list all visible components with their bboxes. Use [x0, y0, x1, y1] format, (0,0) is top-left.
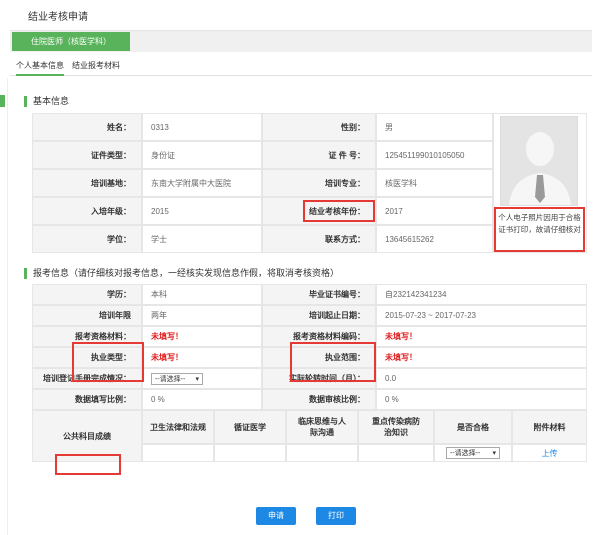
handbook-select-value: --请选择-- [155, 375, 186, 383]
photo-note: 个人电子照片因用于合格证书打印，故请仔细核对 [494, 207, 585, 252]
label-id-type: 证件类型： [32, 141, 142, 169]
value-gender: 男 [376, 113, 493, 141]
value-practice-scope: 未填写！ [376, 347, 587, 368]
label-years: 培训年限 [32, 305, 142, 326]
page-title: 结业考核申请 [28, 12, 88, 23]
label-dates: 培训起止日期： [262, 305, 376, 326]
col-ebm: 循证医学 [214, 410, 286, 444]
label-contact: 联系方式： [262, 225, 376, 253]
col-qualified: 是否合格 [434, 410, 512, 444]
col-attachments: 附件材料 [512, 410, 587, 444]
value-exam-year: 2017 [376, 197, 493, 225]
label-base: 培训基地： [32, 169, 142, 197]
label-gender: 性别： [262, 113, 376, 141]
value-dates: 2015-07-23 ~ 2017-07-23 [376, 305, 587, 326]
score-ebm[interactable] [214, 444, 286, 462]
handbook-cell: --请选择-- ▾ [142, 368, 262, 389]
label-handbook: 培训登记手册完成情况： [32, 368, 142, 389]
label-qual-material: 报考资格材料： [32, 326, 142, 347]
label-qual-code: 报考资格材料编码： [262, 326, 376, 347]
value-practice-type: 未填写！ [142, 347, 262, 368]
sub-tabs: 个人基本信息 结业报考材料 [10, 56, 592, 76]
label-exam-year: 结业考核年份： [262, 197, 376, 225]
avatar-placeholder-icon [501, 117, 577, 205]
value-diploma-no: 自232142341234 [376, 284, 587, 305]
apply-button[interactable]: 申请 [256, 507, 296, 525]
label-practice-scope: 执业范围： [262, 347, 376, 368]
label-education: 学历： [32, 284, 142, 305]
value-years: 两年 [142, 305, 262, 326]
track-tab[interactable]: 住院医师（核医学科） [12, 32, 130, 51]
tab-basic-info[interactable]: 个人基本信息 [16, 60, 64, 76]
value-qual-material: 未填写！ [142, 326, 262, 347]
exam-section-title: 报考信息（请仔细核对报考信息，一经核实发现信息作假，将取消考核资格） [24, 268, 339, 279]
value-base: 东南大学附属中大医院 [142, 169, 262, 197]
value-degree: 学士 [142, 225, 262, 253]
qualified-select-value: --请选择-- [450, 450, 481, 457]
value-fill-ratio: 0 % [142, 389, 262, 410]
score-infectious-disease[interactable] [358, 444, 434, 462]
col-clinical-thinking: 临床思维与人际沟通 [286, 410, 358, 444]
handbook-select[interactable]: --请选择-- ▾ [151, 372, 203, 385]
label-grade: 入培年级： [32, 197, 142, 225]
value-review-ratio: 0 % [376, 389, 587, 410]
print-button[interactable]: 打印 [316, 507, 356, 525]
score-health-law[interactable] [142, 444, 214, 462]
value-id-type: 身份证 [142, 141, 262, 169]
label-id-number: 证 件 号： [262, 141, 376, 169]
basic-section-title: 基本信息 [24, 96, 69, 107]
value-contact: 13645615262 [376, 225, 493, 253]
value-name: 0313 [142, 113, 262, 141]
col-health-law: 卫生法律和法规 [142, 410, 214, 444]
value-grade: 2015 [142, 197, 262, 225]
chevron-down-icon: ▾ [492, 450, 496, 457]
label-name: 姓名： [32, 113, 142, 141]
qualified-cell: --请选择-- ▾ [434, 444, 512, 462]
label-major: 培训专业： [262, 169, 376, 197]
value-major: 核医学科 [376, 169, 493, 197]
upload-link[interactable]: 上传 [512, 444, 587, 462]
label-degree: 学位： [32, 225, 142, 253]
qualified-select[interactable]: --请选择-- ▾ [446, 447, 500, 459]
value-id-number: 125451199010105050 [376, 141, 493, 169]
left-divider [0, 78, 8, 535]
left-marker [0, 95, 5, 107]
avatar [500, 116, 578, 206]
tab-exam-materials[interactable]: 结业报考材料 [72, 60, 120, 71]
label-practice-type: 执业类型： [32, 347, 142, 368]
label-diploma-no: 毕业证书编号： [262, 284, 376, 305]
value-qual-code: 未填写！ [376, 326, 587, 347]
score-clinical-thinking[interactable] [286, 444, 358, 462]
label-review-ratio: 数据审核比例： [262, 389, 376, 410]
label-rotation-months: 实际轮转时间（月）： [262, 368, 376, 389]
label-public-subjects: 公共科目成绩 [32, 410, 142, 462]
label-fill-ratio: 数据填写比例： [32, 389, 142, 410]
chevron-down-icon: ▾ [195, 375, 199, 383]
value-education: 本科 [142, 284, 262, 305]
value-rotation-months: 0.0 [376, 368, 587, 389]
col-infectious-disease: 重点传染病防治知识 [358, 410, 434, 444]
